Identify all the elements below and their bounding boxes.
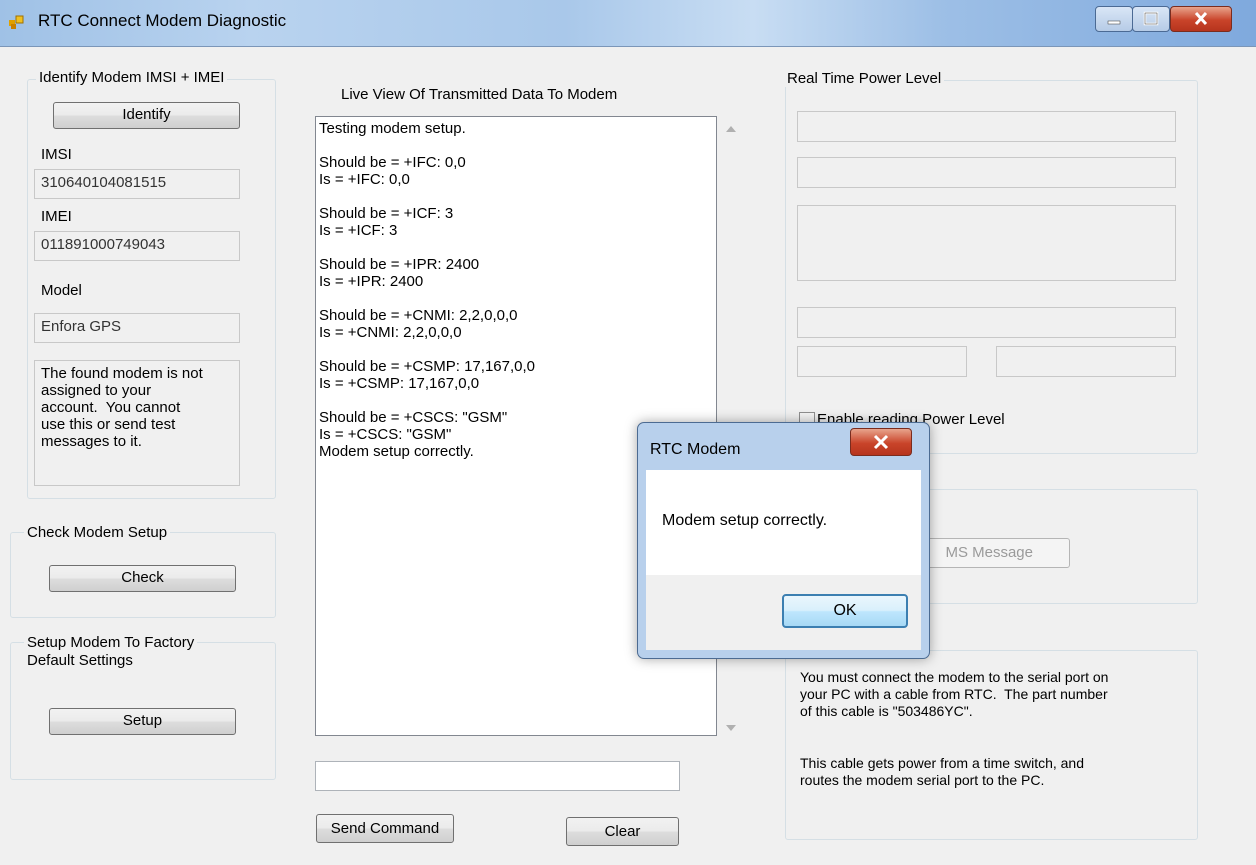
close-button[interactable]	[1170, 6, 1232, 32]
info-cable-text: You must connect the modem to the serial…	[800, 669, 1109, 719]
dialog-close-button[interactable]	[850, 428, 912, 456]
maximize-icon	[1143, 11, 1159, 26]
power-field-5	[797, 346, 967, 377]
maximize-button[interactable]	[1132, 6, 1170, 32]
live-view-heading: Live View Of Transmitted Data To Modem	[341, 86, 618, 103]
power-field-1	[797, 111, 1176, 142]
model-field: Enfora GPS	[34, 313, 240, 343]
close-icon	[873, 434, 889, 450]
dialog-body: Modem setup correctly.	[646, 470, 921, 575]
scroll-down-arrow-icon[interactable]	[726, 724, 736, 732]
modem-status-note: The found modem is not assigned to your …	[34, 360, 240, 486]
power-field-6	[996, 346, 1176, 377]
dialog-footer: OK	[646, 575, 921, 650]
factory-legend: Setup Modem To Factory Default Settings	[24, 634, 198, 670]
clear-button[interactable]: Clear	[566, 817, 679, 846]
dialog-message: Modem setup correctly.	[662, 512, 828, 529]
minimize-icon	[1107, 20, 1121, 25]
scroll-up-arrow-icon[interactable]	[726, 125, 736, 133]
imsi-label: IMSI	[41, 146, 72, 163]
app-icon	[9, 15, 24, 29]
imei-field: 011891000749043	[34, 231, 240, 261]
info-power-text: This cable gets power from a time switch…	[800, 755, 1085, 788]
window-title: RTC Connect Modem Diagnostic	[38, 11, 287, 30]
identify-legend: Identify Modem IMSI + IMEI	[36, 69, 228, 86]
model-label: Model	[41, 282, 82, 299]
power-legend: Real Time Power Level	[784, 70, 945, 87]
setup-button[interactable]: Setup	[49, 708, 236, 735]
power-field-3	[797, 205, 1176, 281]
power-field-2	[797, 157, 1176, 188]
command-input[interactable]	[315, 761, 680, 791]
dialog-title: RTC Modem	[650, 441, 741, 458]
ok-button[interactable]: OK	[782, 594, 908, 628]
check-button[interactable]: Check	[49, 565, 236, 592]
send-command-button[interactable]: Send Command	[316, 814, 454, 843]
identify-button[interactable]: Identify	[53, 102, 240, 129]
message-dialog: RTC Modem Modem setup correctly. OK	[637, 422, 930, 659]
imei-label: IMEI	[41, 208, 72, 225]
minimize-button[interactable]	[1095, 6, 1133, 32]
close-icon	[1194, 11, 1208, 26]
title-bar: RTC Connect Modem Diagnostic	[0, 0, 1256, 47]
imsi-field: 310640104081515	[34, 169, 240, 199]
power-field-4	[797, 307, 1176, 338]
check-legend: Check Modem Setup	[24, 524, 171, 541]
